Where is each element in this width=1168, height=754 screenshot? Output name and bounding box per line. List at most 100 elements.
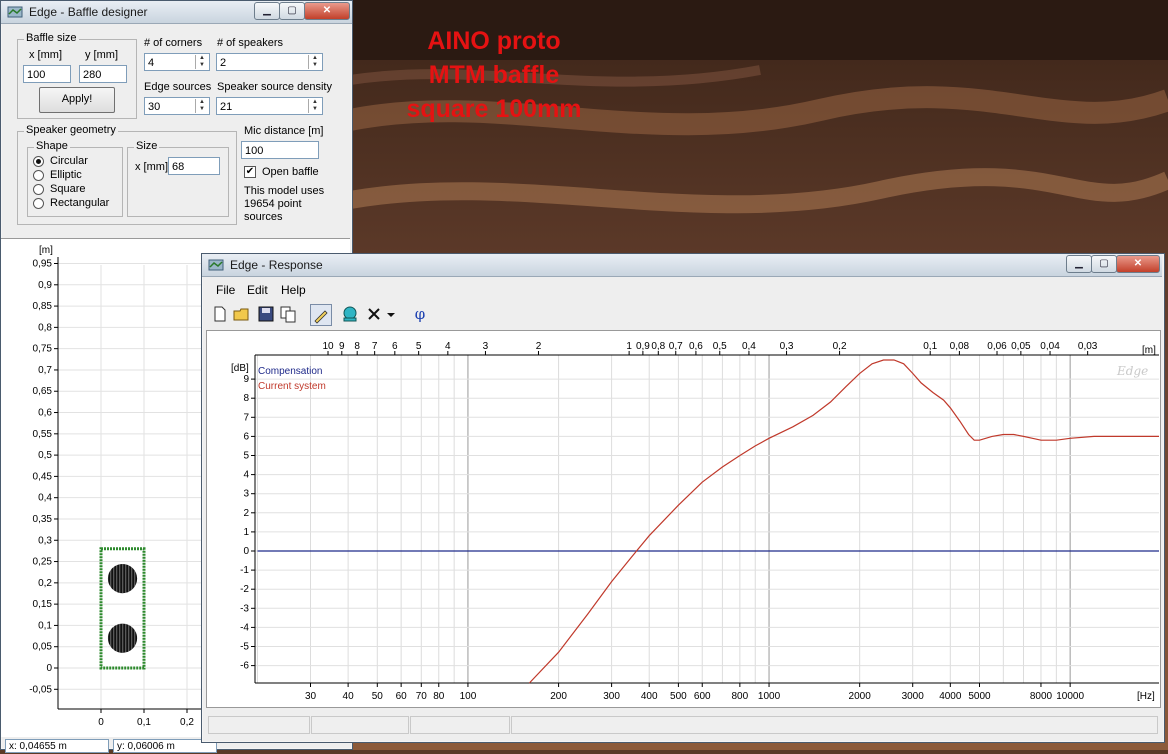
app-icon xyxy=(208,259,224,271)
shape-rectangular-radio[interactable] xyxy=(33,198,44,209)
response-top-tick-label: 0,6 xyxy=(689,341,703,352)
response-y-tick-label: -3 xyxy=(240,603,249,614)
menu-edit[interactable]: Edit xyxy=(247,283,268,297)
edge-sources-input[interactable]: 30 ▲ ▼ xyxy=(144,97,210,115)
response-top-tick-label: 9 xyxy=(339,341,345,352)
series-current-system-line xyxy=(528,359,1159,684)
baffle-y-tick-label: 0,45 xyxy=(33,471,53,482)
response-chart[interactable]: -6-5-4-3-2-10123456789[dB]30 40 50 60 70 80 10… xyxy=(206,330,1161,708)
baffle-x-input[interactable]: 100 xyxy=(23,65,71,83)
response-x-tick-label: 8000 xyxy=(1030,691,1053,702)
baffle-size-legend: Baffle size xyxy=(24,32,79,44)
baffle-y-tick-label: 0,95 xyxy=(33,259,53,270)
speaker-source-cluster xyxy=(107,563,138,594)
response-y-tick-label: 2 xyxy=(243,508,249,519)
response-x-tick-label: 800 xyxy=(732,691,749,702)
baffle-y-tick-label: 0,25 xyxy=(33,557,53,568)
response-top-tick-label: 0,7 xyxy=(669,341,683,352)
maximize-button[interactable]: ▢ xyxy=(1091,255,1117,273)
response-top-tick-label: 4 xyxy=(445,341,451,352)
baffle-y-tick-label: 0,6 xyxy=(38,408,52,419)
response-x-tick-label: 1000 xyxy=(758,691,781,702)
size-x-input[interactable]: 68 xyxy=(168,157,220,175)
open-folder-icon[interactable] xyxy=(232,304,252,324)
response-top-tick-label: 0,06 xyxy=(987,341,1007,352)
response-y-tick-label: -4 xyxy=(240,622,249,633)
response-x-tick-label: 3000 xyxy=(902,691,925,702)
response-top-tick-label: 6 xyxy=(392,341,398,352)
response-y-tick-label: 1 xyxy=(243,527,249,538)
menu-file[interactable]: File xyxy=(216,283,235,297)
response-top-tick-label: 0,04 xyxy=(1040,341,1060,352)
corners-value: 4 xyxy=(148,57,155,69)
baffle-y-tick-label: 0,85 xyxy=(33,301,53,312)
response-top-tick-label: 3 xyxy=(483,341,489,352)
mic-distance-input[interactable]: 100 xyxy=(241,141,319,159)
response-x-tick-label: 5000 xyxy=(968,691,991,702)
response-x-tick-label: 2000 xyxy=(849,691,872,702)
save-icon[interactable] xyxy=(256,304,276,324)
phi-icon[interactable]: φ xyxy=(410,304,430,324)
response-x-tick-label: 50 xyxy=(372,691,384,702)
response-x-tick-label: 500 xyxy=(670,691,687,702)
window-title: Edge - Response xyxy=(230,258,323,272)
model-info-line-3: sources xyxy=(244,211,283,223)
menu-help[interactable]: Help xyxy=(281,283,306,297)
minimize-button[interactable]: ▁ xyxy=(1066,255,1092,273)
close-button[interactable]: ✕ xyxy=(1116,255,1160,273)
shape-square-radio[interactable] xyxy=(33,184,44,195)
source-density-input[interactable]: 21 ▲ ▼ xyxy=(216,97,323,115)
copy-icon[interactable] xyxy=(278,304,298,324)
speakers-value: 2 xyxy=(220,57,227,69)
response-y-tick-label: -6 xyxy=(240,661,249,672)
response-y-tick-label: 9 xyxy=(243,374,249,385)
response-x-tick-label: 600 xyxy=(694,691,711,702)
baffle-plot-unit: [m] xyxy=(39,245,53,256)
corners-input[interactable]: 4 ▲ ▼ xyxy=(144,53,210,71)
response-y-tick-label: 4 xyxy=(243,470,249,481)
response-y-tick-label: 5 xyxy=(243,451,249,462)
dropdown-arrow-icon[interactable] xyxy=(385,304,397,324)
shape-legend: Shape xyxy=(34,140,70,152)
baffle-titlebar[interactable]: Edge - Baffle designer ▁ ▢ ✕ xyxy=(1,1,352,24)
baffle-y-label: y [mm] xyxy=(85,49,118,61)
response-top-tick-label: 0,8 xyxy=(651,341,665,352)
baffle-y-tick-label: 0,15 xyxy=(33,599,53,610)
speaker-icon[interactable] xyxy=(340,304,360,324)
minimize-button[interactable]: ▁ xyxy=(254,2,280,20)
shape-elliptic-radio[interactable] xyxy=(33,170,44,181)
close-icon[interactable] xyxy=(364,304,384,324)
edge-sources-label: Edge sources xyxy=(144,81,212,93)
speaker-geometry-legend: Speaker geometry xyxy=(24,124,118,136)
baffle-y-tick-label: 0,35 xyxy=(33,514,53,525)
corners-spinner[interactable]: ▲ ▼ xyxy=(195,55,208,69)
shape-circular-radio[interactable] xyxy=(33,156,44,167)
maximize-button[interactable]: ▢ xyxy=(279,2,305,20)
response-y-tick-label: 0 xyxy=(243,546,249,557)
edge-sources-spinner[interactable]: ▲ ▼ xyxy=(195,99,208,113)
close-button[interactable]: ✕ xyxy=(304,2,350,20)
response-y-tick-label: 3 xyxy=(243,489,249,500)
speakers-input[interactable]: 2 ▲ ▼ xyxy=(216,53,323,71)
response-top-tick-label: 8 xyxy=(354,341,360,352)
status-cell-1 xyxy=(208,716,310,734)
source-density-label: Speaker source density xyxy=(217,81,332,93)
response-y-axis-label: [dB] xyxy=(231,363,249,374)
response-top-tick-label: 0,05 xyxy=(1011,341,1031,352)
response-y-tick-label: -1 xyxy=(240,565,249,576)
source-density-spinner[interactable]: ▲ ▼ xyxy=(308,99,321,113)
model-info-line-2: 19654 point xyxy=(244,198,302,210)
baffle-x-label: x [mm] xyxy=(29,49,62,61)
pencil-icon[interactable] xyxy=(310,304,332,326)
baffle-y-tick-label: 0,3 xyxy=(38,535,52,546)
response-x-tick-label: 400 xyxy=(641,691,658,702)
response-y-tick-label: -5 xyxy=(240,642,249,653)
baffle-y-tick-label: 0,65 xyxy=(33,386,53,397)
window-title: Edge - Baffle designer xyxy=(29,5,148,19)
response-titlebar[interactable]: Edge - Response ▁ ▢ ✕ xyxy=(202,254,1162,277)
apply-button[interactable]: Apply! xyxy=(39,87,115,113)
open-baffle-checkbox[interactable]: ✔ xyxy=(244,166,256,178)
baffle-y-input[interactable]: 280 xyxy=(79,65,127,83)
speakers-spinner[interactable]: ▲ ▼ xyxy=(308,55,321,69)
new-file-icon[interactable] xyxy=(210,304,230,324)
